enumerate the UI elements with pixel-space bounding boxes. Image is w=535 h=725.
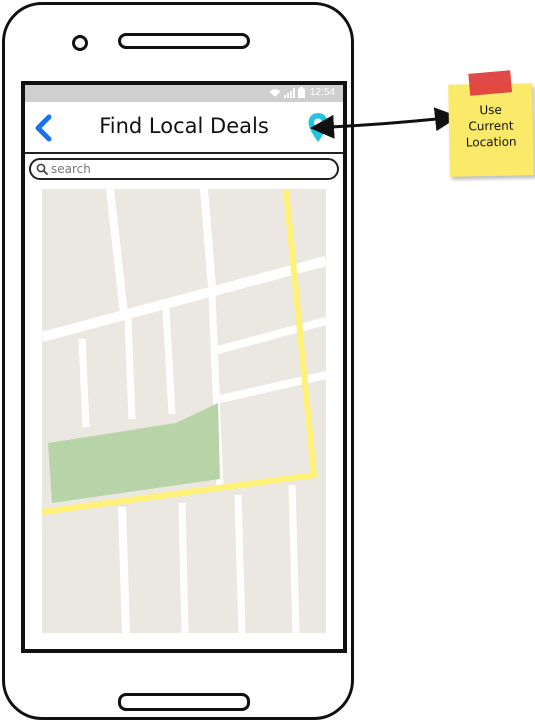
tape-strip [468, 70, 513, 96]
annotation-line-3: Location [465, 134, 517, 150]
annotation-line-2: Current [468, 118, 514, 134]
annotation-line-1: Use [479, 102, 502, 118]
sticky-note-annotation: Use Current Location [448, 70, 534, 177]
annotation-text: Use Current Location [449, 101, 534, 150]
